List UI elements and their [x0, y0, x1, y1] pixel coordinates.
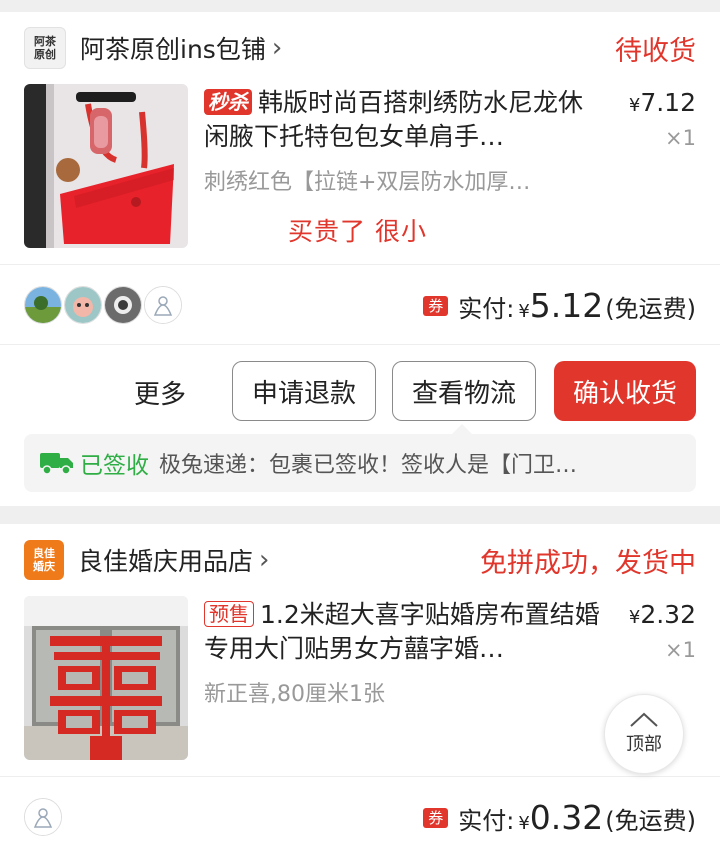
- paid-amount: 0.32: [529, 798, 604, 837]
- presale-tag: 预售: [204, 601, 254, 627]
- divider: [0, 264, 720, 265]
- payment-summary: 券 实付: ¥ 0.32 (免运费): [423, 798, 696, 837]
- divider: [0, 776, 720, 777]
- order-status: 待收货: [615, 35, 696, 67]
- avatar: [64, 286, 102, 324]
- shop-logo-text: 婚庆: [33, 560, 55, 573]
- logistics-info[interactable]: 已签收 极兔速递：包裹已签收！签收人是【门卫…: [24, 424, 696, 492]
- buyer-remark: 买贵了 很小: [288, 217, 427, 246]
- product-quantity: ×1: [665, 638, 696, 662]
- product-title-text: 韩版时尚百搭刺绣防水尼龙休闲腋下托特包包女单肩手…: [204, 88, 584, 151]
- logistics-text: 极兔速递：包裹已签收！签收人是【门卫…: [159, 453, 578, 478]
- shop-logo-text: 良佳: [33, 547, 55, 560]
- shop-header[interactable]: 阿茶 原创 阿茶原创ins包铺 › 待收货: [24, 26, 696, 70]
- price-value: 2.32: [640, 600, 696, 629]
- shop-name[interactable]: 阿茶原创ins包铺: [80, 30, 266, 66]
- chevron-right-icon: ›: [271, 33, 283, 63]
- product-image[interactable]: [24, 596, 188, 760]
- back-to-top-button[interactable]: 顶部: [604, 694, 684, 774]
- more-button[interactable]: 更多: [134, 374, 186, 411]
- back-to-top-label: 顶部: [626, 734, 662, 755]
- shop-header[interactable]: 良佳 婚庆 良佳婚庆用品店 › 免拼成功，发货中: [24, 538, 696, 582]
- avatar: [144, 286, 182, 324]
- shipping-note: (免运费): [605, 807, 696, 835]
- payment-summary: 券 实付: ¥ 5.12 (免运费): [423, 286, 696, 325]
- group-avatars[interactable]: [24, 286, 184, 324]
- shop-logo-text: 原创: [34, 48, 56, 61]
- truck-icon: [40, 453, 73, 475]
- shop-logo: 阿茶 原创: [24, 27, 66, 69]
- shop-name[interactable]: 良佳婚庆用品店: [78, 542, 253, 578]
- divider: [0, 344, 720, 345]
- price-value: 7.12: [640, 88, 696, 117]
- product-title[interactable]: 预售 1.2米超大喜字贴婚房布置结婚专用大门贴男女方囍字婚…: [204, 598, 600, 666]
- product-spec: 刺绣红色【拉链+双层防水加厚…: [204, 170, 531, 195]
- order-card: 阿茶 原创 阿茶原创ins包铺 › 待收货 秒杀 韩版时尚百搭刺绣防水尼龙休闲腋下…: [0, 12, 720, 506]
- product-image[interactable]: [24, 84, 188, 248]
- shop-logo-text: 阿茶: [34, 35, 56, 48]
- view-logistics-button[interactable]: 查看物流: [392, 361, 536, 421]
- product-price: ¥7.12: [629, 88, 696, 117]
- shipping-note: (免运费): [605, 295, 696, 323]
- coupon-badge: 券: [423, 295, 449, 316]
- product-quantity: ×1: [665, 126, 696, 150]
- product-title-text: 1.2米超大喜字贴婚房布置结婚专用大门贴男女方囍字婚…: [204, 600, 600, 663]
- paid-label: 实付:: [458, 295, 515, 323]
- flash-sale-tag: 秒杀: [204, 89, 252, 115]
- product-price: ¥2.32: [629, 600, 696, 629]
- order-status: 免拼成功，发货中: [480, 547, 696, 579]
- currency-symbol: ¥: [628, 607, 641, 628]
- avatar: [24, 286, 62, 324]
- order-card: 良佳 婚庆 良佳婚庆用品店 › 免拼成功，发货中 预售 1.2米超大喜字贴婚房布…: [0, 524, 720, 866]
- confirm-receipt-button[interactable]: 确认收货: [554, 361, 696, 421]
- shop-logo: 良佳 婚庆: [24, 540, 64, 580]
- avatar: [104, 286, 142, 324]
- product-title[interactable]: 秒杀 韩版时尚百搭刺绣防水尼龙休闲腋下托特包包女单肩手…: [204, 86, 600, 154]
- product-spec: 新正喜,80厘米1张: [204, 682, 385, 707]
- currency-symbol: ¥: [628, 95, 641, 116]
- currency-symbol: ¥: [518, 301, 530, 322]
- chevron-up-icon: [630, 712, 658, 727]
- group-avatars[interactable]: [24, 798, 64, 836]
- avatar: [24, 798, 62, 836]
- refund-button[interactable]: 申请退款: [232, 361, 376, 421]
- chevron-right-icon: ›: [259, 545, 270, 575]
- paid-amount: 5.12: [529, 286, 604, 325]
- coupon-badge: 券: [423, 807, 449, 828]
- paid-label: 实付:: [458, 807, 515, 835]
- logistics-status: 已签收: [80, 453, 149, 479]
- currency-symbol: ¥: [518, 813, 530, 834]
